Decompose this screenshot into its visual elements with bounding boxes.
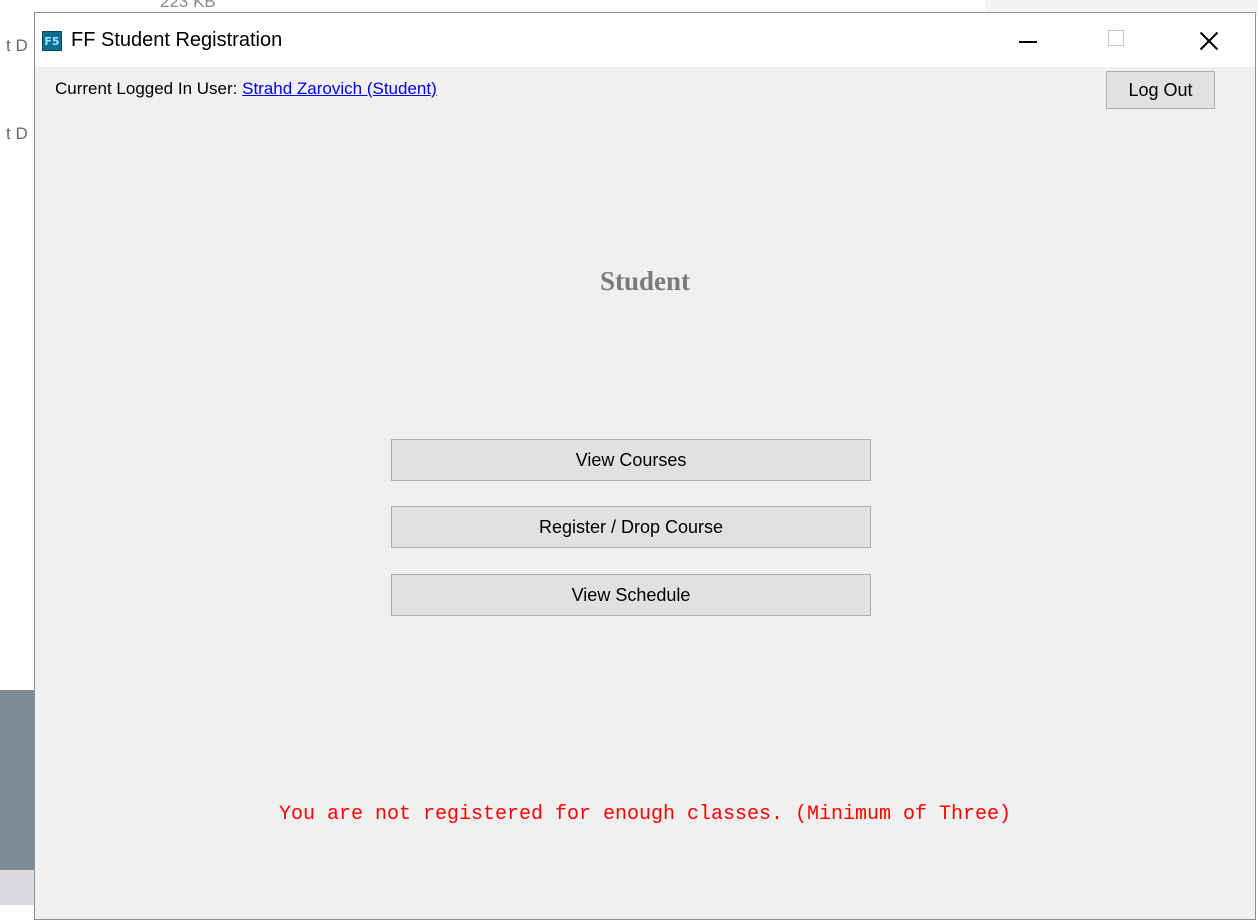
page-title: Student xyxy=(599,266,691,296)
title-bar[interactable]: F5 FF Student Registration xyxy=(35,13,1255,67)
background-text-fragment: t D xyxy=(6,124,28,143)
desktop-band-bottom xyxy=(0,870,36,905)
logout-button[interactable]: Log Out xyxy=(1106,71,1215,109)
close-button[interactable] xyxy=(1180,13,1250,67)
app-icon: F5 xyxy=(42,31,62,51)
background-text-fragment: t D xyxy=(6,36,28,55)
window-title: FF Student Registration xyxy=(71,29,283,51)
desktop-band xyxy=(0,690,36,870)
background-window-strip xyxy=(150,0,985,12)
maximize-button[interactable] xyxy=(1090,13,1160,67)
current-user-label: Current Logged In User: xyxy=(55,79,243,98)
background-partial-text: 223 KB xyxy=(160,0,216,11)
view-courses-button[interactable]: View Courses xyxy=(391,439,871,481)
app-window: F5 FF Student Registration Current Logge… xyxy=(34,12,1256,920)
registration-warning: You are not registered for enough classe… xyxy=(278,803,1012,826)
current-user-link[interactable]: Strahd Zarovich (Student) xyxy=(242,79,437,98)
view-schedule-button[interactable]: View Schedule xyxy=(391,574,871,616)
current-user-line: Current Logged In User: Strahd Zarovich … xyxy=(55,79,437,99)
minimize-button[interactable] xyxy=(995,13,1065,67)
register-drop-course-button[interactable]: Register / Drop Course xyxy=(391,506,871,548)
